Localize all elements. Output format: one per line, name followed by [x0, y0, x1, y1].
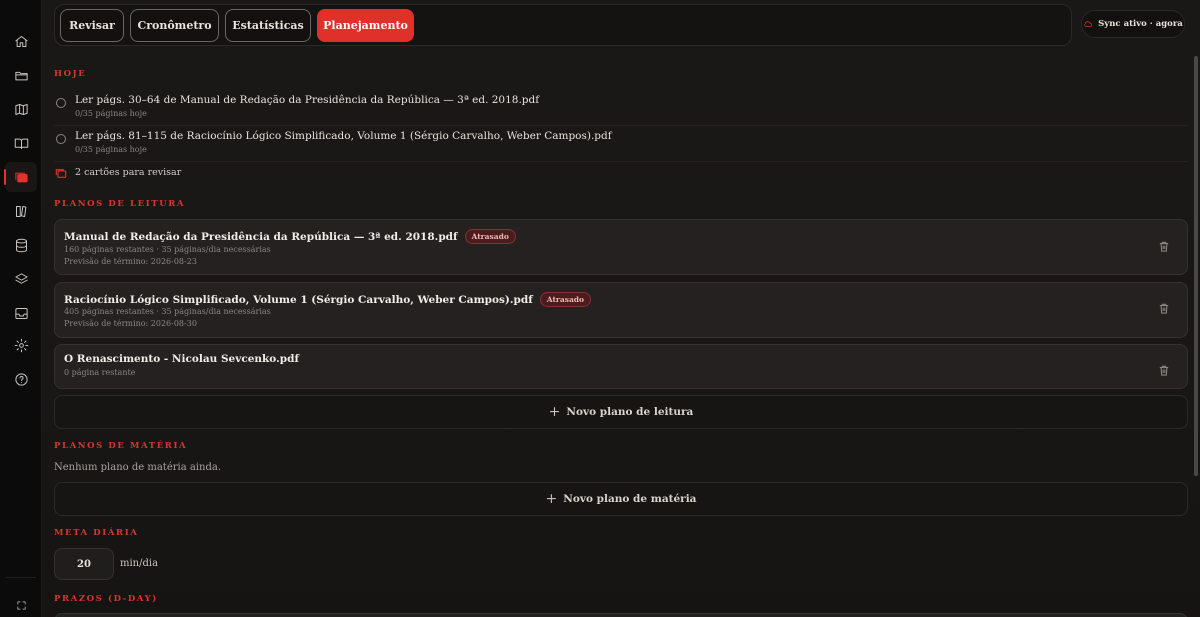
plan-remaining: 160 páginas restantes · 35 páginas/dia n…: [64, 245, 271, 254]
sidebar-item-inbox[interactable]: [5, 298, 37, 328]
task-progress: 0/35 páginas hoje: [75, 109, 147, 118]
task-title: Ler págs. 30–64 de Manual de Redação da …: [75, 94, 540, 106]
library-icon: [15, 205, 26, 217]
cards-review-label: 2 cartões para revisar: [75, 167, 182, 178]
sidebar-item-help[interactable]: [5, 364, 37, 394]
add-reading-plan-button[interactable]: + Novo plano de leitura: [54, 395, 1188, 429]
home-icon: [14, 35, 28, 47]
sidebar-item-flashcards[interactable]: [4, 162, 37, 192]
section-title-deadlines: Prazos (D-Day): [54, 594, 158, 604]
trash-icon: [1159, 303, 1169, 314]
today-task[interactable]: Ler págs. 30–64 de Manual de Redação da …: [54, 94, 1188, 124]
status-badge: Atrasado: [539, 292, 592, 307]
task-progress: 0/35 páginas hoje: [75, 145, 147, 154]
cards-icon: [14, 172, 28, 182]
sidebar-item-home[interactable]: [5, 26, 37, 56]
cards-icon: [55, 169, 67, 178]
sidebar-item-settings[interactable]: [5, 330, 37, 360]
scrollbar[interactable]: [1194, 56, 1198, 476]
add-reading-plan-label: Novo plano de leitura: [566, 406, 694, 418]
sidebar-expand-button[interactable]: [5, 590, 37, 617]
plan-remaining: 0 página restante: [64, 368, 136, 377]
book-open-icon: [14, 138, 28, 149]
reading-plan-card[interactable]: O Renascimento - Nicolau Sevcenko.pdf 0 …: [54, 344, 1188, 389]
sync-label: Sync ativo · agora: [1098, 19, 1183, 29]
sidebar-item-library[interactable]: [5, 196, 37, 226]
plus-icon: +: [548, 404, 561, 420]
plan-title: Raciocínio Lógico Simplificado, Volume 1…: [64, 293, 533, 306]
empty-state-text: Nenhum plano de matéria ainda.: [54, 462, 221, 473]
reading-plan-card[interactable]: Manual de Redação da Presidência da Repú…: [54, 219, 1188, 275]
plan-forecast: Previsão de término: 2026-08-23: [64, 257, 197, 266]
layers-icon: [14, 272, 28, 284]
daily-goal-unit: min/dia: [120, 558, 159, 569]
delete-button[interactable]: [1159, 299, 1169, 314]
sync-status[interactable]: Sync ativo · agora: [1081, 10, 1185, 38]
sidebar-item-database[interactable]: [5, 230, 37, 260]
section-title-reading-plans: Planos de leitura: [54, 199, 186, 209]
deadline-card[interactable]: [54, 613, 1188, 617]
tab-bar: Revisar Cronômetro Estatísticas Planejam…: [54, 4, 1072, 46]
delete-button[interactable]: [1159, 361, 1169, 376]
section-title-daily-goal: Meta diária: [54, 528, 139, 538]
expand-icon: [16, 600, 26, 610]
divider: [54, 161, 1188, 162]
tab-review[interactable]: Revisar: [60, 9, 124, 42]
task-title: Ler págs. 81–115 de Raciocínio Lógico Si…: [75, 130, 612, 142]
today-task[interactable]: Ler págs. 81–115 de Raciocínio Lógico Si…: [54, 130, 1188, 160]
section-title-today: Hoje: [54, 69, 87, 79]
tab-stats[interactable]: Estatísticas: [225, 9, 311, 42]
plan-remaining: 405 páginas restantes · 35 páginas/dia n…: [64, 307, 271, 316]
plus-icon: +: [545, 491, 558, 507]
divider: [54, 125, 1188, 126]
map-icon: [14, 103, 28, 115]
sidebar-divider: [6, 577, 36, 578]
inbox-icon: [14, 307, 28, 319]
sidebar-item-folders[interactable]: [5, 60, 37, 90]
sidebar: [0, 0, 42, 617]
help-icon: [14, 372, 28, 386]
plan-title-row: Raciocínio Lógico Simplificado, Volume 1…: [64, 292, 592, 307]
settings-icon: [14, 338, 28, 352]
plan-title: O Renascimento - Nicolau Sevcenko.pdf: [64, 353, 299, 365]
status-badge: Atrasado: [464, 229, 516, 244]
add-subject-plan-label: Novo plano de matéria: [563, 493, 697, 505]
plan-forecast: Previsão de término: 2026-08-30: [64, 319, 197, 328]
delete-button[interactable]: [1159, 237, 1169, 252]
trash-icon: [1159, 365, 1169, 376]
plan-title: Manual de Redação da Presidência da Repú…: [64, 230, 458, 243]
plan-title-row: Manual de Redação da Presidência da Repú…: [64, 229, 516, 244]
sidebar-item-map[interactable]: [5, 94, 37, 124]
main-content: Revisar Cronômetro Estatísticas Planejam…: [42, 0, 1200, 617]
tab-planning[interactable]: Planejamento: [317, 9, 414, 42]
folder-icon: [14, 71, 28, 80]
section-title-subject-plans: Planos de matéria: [54, 441, 188, 451]
daily-goal-input[interactable]: 20: [54, 548, 114, 580]
sidebar-item-layers[interactable]: [5, 264, 37, 294]
trash-icon: [1159, 241, 1169, 252]
task-checkbox[interactable]: [56, 98, 66, 108]
tab-timer[interactable]: Cronômetro: [130, 9, 219, 42]
reading-plan-card[interactable]: Raciocínio Lógico Simplificado, Volume 1…: [54, 282, 1188, 338]
cloud-icon: [1084, 21, 1093, 27]
add-subject-plan-button[interactable]: + Novo plano de matéria: [54, 482, 1188, 516]
task-checkbox[interactable]: [56, 134, 66, 144]
sidebar-item-reading[interactable]: [5, 128, 37, 158]
plan-title-row: O Renascimento - Nicolau Sevcenko.pdf: [64, 353, 299, 365]
database-icon: [15, 238, 27, 252]
